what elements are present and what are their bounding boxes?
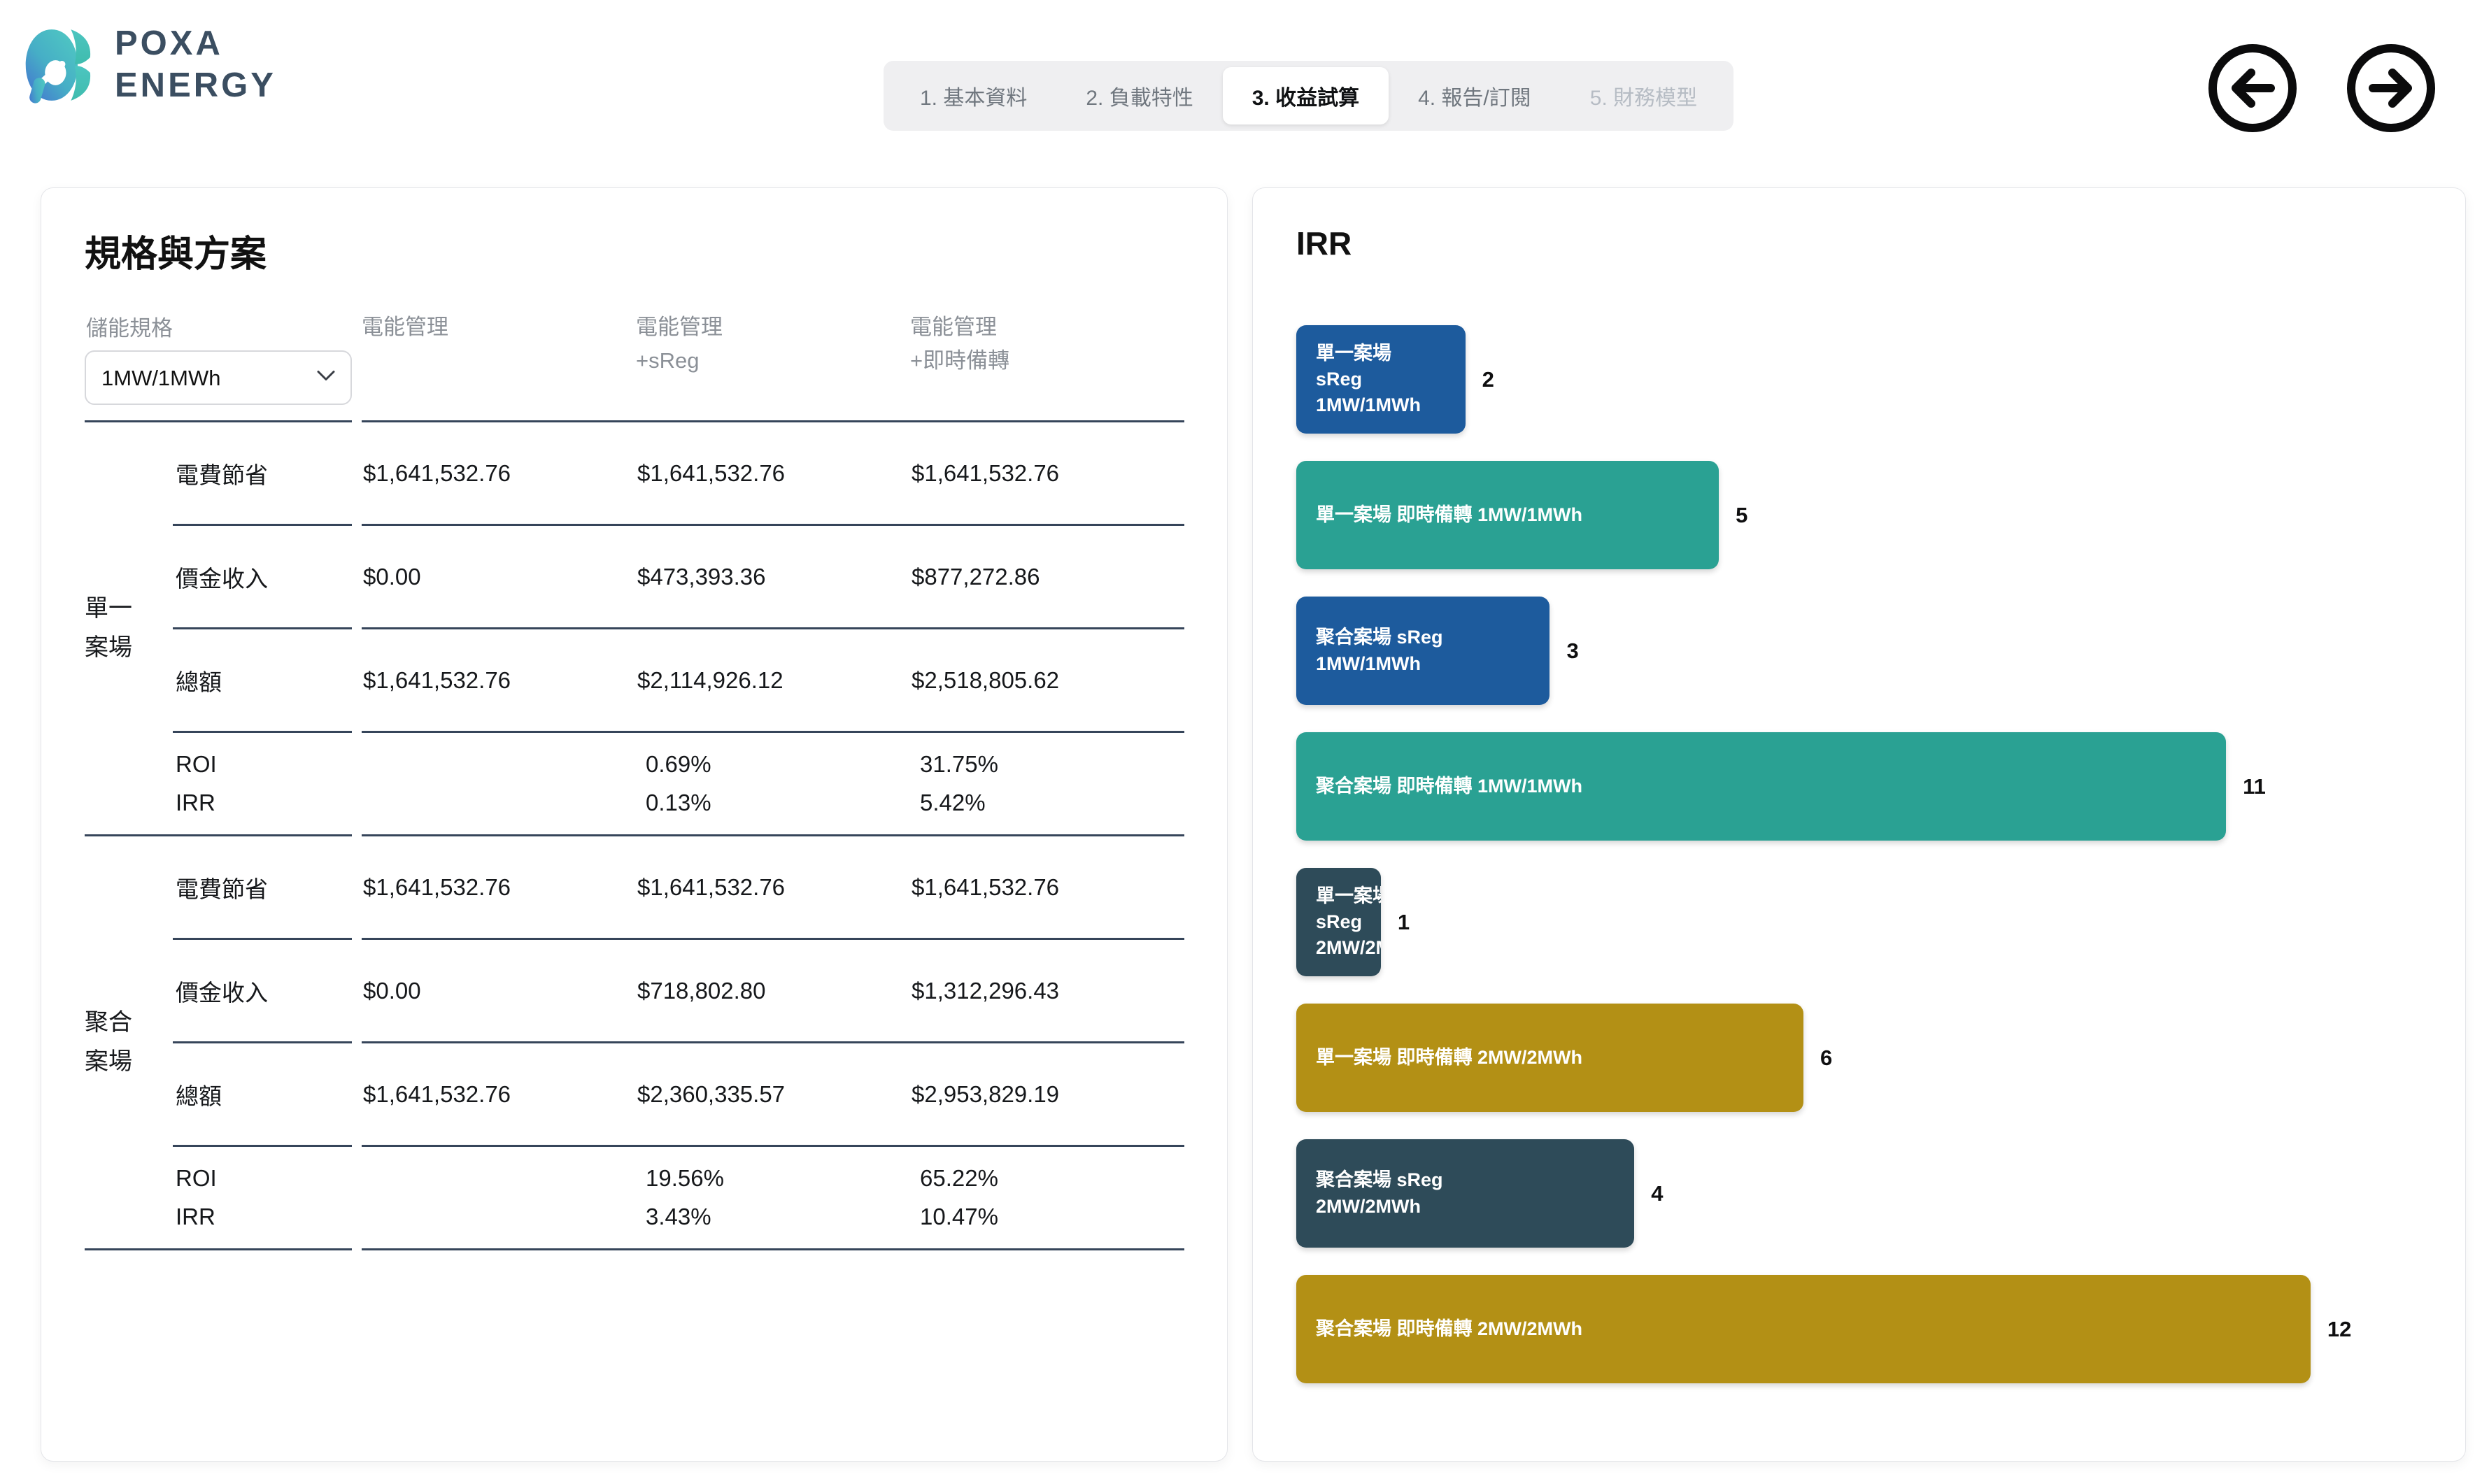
spec-table-group-aggregated-site: 聚合案場 電費節省 $1,641,532.76 $1,641,532.76 $1… bbox=[85, 836, 1184, 1250]
column-header-energy-mgmt: 電能管理 bbox=[362, 311, 636, 422]
table-cell: $718,802.80 bbox=[636, 940, 910, 1043]
tab-report-subscribe[interactable]: 4. 報告/訂閱 bbox=[1389, 67, 1561, 124]
wizard-step-tabs: 1. 基本資料 2. 負載特性 3. 收益試算 4. 報告/訂閱 5. 財務模型 bbox=[884, 61, 1733, 131]
bar-value-label: 2 bbox=[1482, 367, 1494, 392]
specs-and-plans-panel: 規格與方案 儲能規格 1MW/1MWh 電能管理 電能管理+sReg bbox=[41, 187, 1228, 1462]
spec-table-header: 儲能規格 1MW/1MWh 電能管理 電能管理+sReg 電能管理+即時備轉 bbox=[85, 311, 1184, 422]
specs-panel-title: 規格與方案 bbox=[85, 224, 1184, 277]
table-cell: $1,641,532.76 bbox=[362, 629, 636, 733]
column-header-energy-mgmt-spinning-reserve: 電能管理+即時備轉 bbox=[910, 311, 1184, 422]
table-cell: $1,641,532.76 bbox=[362, 836, 636, 940]
table-cell: $2,953,829.19 bbox=[910, 1043, 1184, 1147]
chart-bar-row: 聚合案場 sReg1MW/1MWh 3 bbox=[1296, 597, 2423, 705]
column-header-energy-mgmt-sreg: 電能管理+sReg bbox=[636, 311, 910, 422]
group-label-single-site: 單一案場 bbox=[85, 422, 173, 836]
step-navigation bbox=[2206, 42, 2437, 134]
brand-line1: POXA bbox=[115, 23, 276, 65]
bar-aggregated-spinning-2mw: 聚合案場 即時備轉 2MW/2MWh bbox=[1296, 1275, 2311, 1383]
tab-basic-info[interactable]: 1. 基本資料 bbox=[891, 67, 1056, 124]
tab-revenue-calc[interactable]: 3. 收益試算 bbox=[1223, 67, 1389, 124]
chart-bar-row: 單一案場sReg2MW/2MWh 1 bbox=[1296, 868, 2423, 976]
irr-chart-panel: IRR 單一案場sReg1MW/1MWh 2 單一案場 即時備轉 1MW/1MW… bbox=[1252, 187, 2466, 1462]
bar-single-spinning-2mw: 單一案場 即時備轉 2MW/2MWh bbox=[1296, 1004, 1803, 1112]
table-cell: $1,641,532.76 bbox=[636, 836, 910, 940]
table-cell: $1,312,296.43 bbox=[910, 940, 1184, 1043]
table-cell bbox=[362, 1147, 636, 1250]
row-label: 總額 bbox=[173, 1043, 352, 1147]
storage-spec-cell: 儲能規格 1MW/1MWh bbox=[85, 311, 352, 422]
chart-bar-row: 聚合案場 即時備轉 2MW/2MWh 12 bbox=[1296, 1275, 2423, 1383]
row-label: 電費節省 bbox=[173, 836, 352, 940]
chart-bar-row: 聚合案場 即時備轉 1MW/1MWh 11 bbox=[1296, 732, 2423, 841]
poxa-logo-icon bbox=[24, 11, 101, 119]
bar-aggregated-spinning-1mw: 聚合案場 即時備轉 1MW/1MWh bbox=[1296, 732, 2226, 841]
table-cell: $1,641,532.76 bbox=[362, 422, 636, 526]
brand-wordmark: POXA ENERGY bbox=[115, 23, 276, 107]
tab-load-profile[interactable]: 2. 負載特性 bbox=[1056, 67, 1222, 124]
table-cell bbox=[362, 733, 636, 836]
table-cell: $1,641,532.76 bbox=[362, 1043, 636, 1147]
arrow-right-circle-icon bbox=[2345, 42, 2437, 134]
storage-spec-label: 儲能規格 bbox=[86, 311, 352, 342]
table-cell: $0.00 bbox=[362, 526, 636, 629]
spec-table-group-single-site: 單一案場 電費節省 $1,641,532.76 $1,641,532.76 $1… bbox=[85, 422, 1184, 836]
table-cell: 0.69%0.13% bbox=[636, 733, 910, 836]
table-cell: 65.22%10.47% bbox=[910, 1147, 1184, 1250]
storage-spec-select[interactable]: 1MW/1MWh bbox=[85, 350, 352, 405]
group-label-aggregated-site: 聚合案場 bbox=[85, 836, 173, 1250]
table-cell: $2,114,926.12 bbox=[636, 629, 910, 733]
table-cell: $2,518,805.62 bbox=[910, 629, 1184, 733]
bar-single-sreg-1mw: 單一案場sReg1MW/1MWh bbox=[1296, 325, 1466, 434]
table-cell: $2,360,335.57 bbox=[636, 1043, 910, 1147]
bar-value-label: 3 bbox=[1566, 638, 1578, 664]
table-cell: $473,393.36 bbox=[636, 526, 910, 629]
tab-financial-model[interactable]: 5. 財務模型 bbox=[1561, 67, 1726, 124]
bar-value-label: 11 bbox=[2243, 774, 2266, 799]
chart-bar-row: 聚合案場 sReg2MW/2MWh 4 bbox=[1296, 1139, 2423, 1248]
row-label: 價金收入 bbox=[173, 940, 352, 1043]
row-label: 價金收入 bbox=[173, 526, 352, 629]
previous-step-button[interactable] bbox=[2206, 42, 2299, 134]
app-root: POXA ENERGY 1. 基本資料 2. 負載特性 3. 收益試算 4. 報… bbox=[0, 0, 2482, 1484]
chart-bar-row: 單一案場sReg1MW/1MWh 2 bbox=[1296, 325, 2423, 434]
bar-value-label: 12 bbox=[2327, 1317, 2351, 1342]
table-cell: 31.75%5.42% bbox=[910, 733, 1184, 836]
table-cell: $877,272.86 bbox=[910, 526, 1184, 629]
bar-single-spinning-1mw: 單一案場 即時備轉 1MW/1MWh bbox=[1296, 461, 1719, 569]
next-step-button[interactable] bbox=[2345, 42, 2437, 134]
chart-bar-row: 單一案場 即時備轉 1MW/1MWh 5 bbox=[1296, 461, 2423, 569]
bar-value-label: 6 bbox=[1820, 1046, 1832, 1071]
table-cell: $1,641,532.76 bbox=[636, 422, 910, 526]
row-label: 電費節省 bbox=[173, 422, 352, 526]
brand-line2: ENERGY bbox=[115, 65, 276, 107]
bar-value-label: 1 bbox=[1398, 910, 1410, 935]
bar-value-label: 4 bbox=[1651, 1181, 1663, 1206]
bar-aggregated-sreg-1mw: 聚合案場 sReg1MW/1MWh bbox=[1296, 597, 1550, 705]
bar-single-sreg-2mw: 單一案場sReg2MW/2MWh bbox=[1296, 868, 1381, 976]
row-label-roi-irr: ROIIRR bbox=[173, 733, 352, 836]
arrow-left-circle-icon bbox=[2206, 42, 2299, 134]
chart-bar-row: 單一案場 即時備轉 2MW/2MWh 6 bbox=[1296, 1004, 2423, 1112]
table-cell: $0.00 bbox=[362, 940, 636, 1043]
header-gap bbox=[352, 311, 362, 422]
table-cell: $1,641,532.76 bbox=[910, 836, 1184, 940]
row-label-roi-irr: ROIIRR bbox=[173, 1147, 352, 1250]
poxa-energy-logo: POXA ENERGY bbox=[24, 11, 276, 119]
row-label: 總額 bbox=[173, 629, 352, 733]
bar-aggregated-sreg-2mw: 聚合案場 sReg2MW/2MWh bbox=[1296, 1139, 1634, 1248]
table-cell: 19.56%3.43% bbox=[636, 1147, 910, 1250]
table-cell: $1,641,532.76 bbox=[910, 422, 1184, 526]
irr-bar-chart: 單一案場sReg1MW/1MWh 2 單一案場 即時備轉 1MW/1MWh 5 … bbox=[1296, 325, 2423, 1383]
bar-value-label: 5 bbox=[1736, 503, 1747, 528]
irr-chart-title: IRR bbox=[1296, 224, 2422, 262]
